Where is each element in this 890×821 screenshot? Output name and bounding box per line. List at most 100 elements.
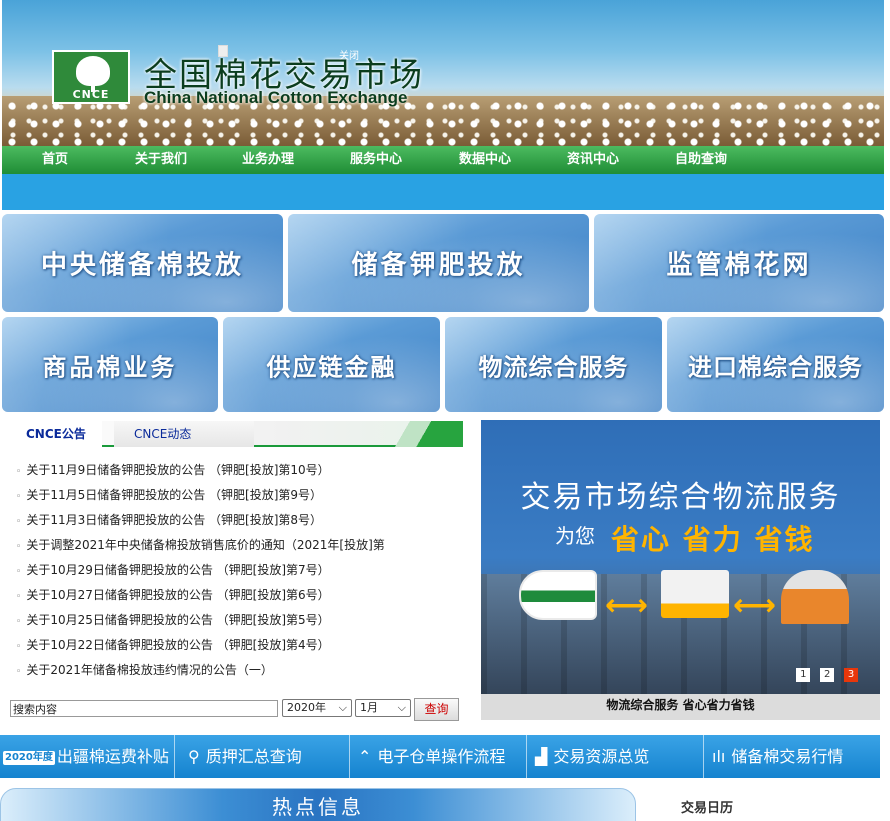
search-input[interactable] bbox=[10, 700, 278, 717]
tile-logistics-service[interactable]: 物流综合服务 bbox=[445, 317, 662, 412]
cnce-logo[interactable]: CNCE bbox=[52, 50, 130, 104]
bullet-icon: ◦ bbox=[16, 542, 22, 552]
list-item[interactable]: ◦ 关于10月25日储备钾肥投放的公告 （钾肥[投放]第5号） bbox=[16, 608, 466, 633]
year-badge: 2020年度 bbox=[3, 751, 55, 765]
tile-reserve-cotton-release[interactable]: 中央储备棉投放 bbox=[2, 214, 283, 312]
list-item[interactable]: ◦ 关于10月27日储备钾肥投放的公告 （钾肥[投放]第6号） bbox=[16, 583, 466, 608]
search-row: 2020年 ⌵ 1月 ⌵ 查询 bbox=[10, 698, 462, 722]
slide-caption[interactable]: 物流综合服务 省心省力省钱 bbox=[481, 694, 880, 720]
nav-item-service[interactable]: 服务中心 bbox=[350, 146, 402, 174]
quick-link-label: 出疆棉运费补贴 bbox=[56, 747, 169, 766]
nav-item-news[interactable]: 资讯中心 bbox=[567, 146, 619, 174]
quick-link-pledge-query[interactable]: ⚲ 质押汇总查询 bbox=[188, 735, 302, 778]
header-banner: CNCE 关闭 全国棉花交易市场 China National Cotton E… bbox=[2, 0, 884, 146]
announcement-list: ◦ 关于11月9日储备钾肥投放的公告 （钾肥[投放]第10号） ◦ 关于11月5日储… bbox=[16, 458, 466, 683]
tile-commodity-cotton[interactable]: 商品棉业务 bbox=[2, 317, 218, 412]
site-subtitle: China National Cotton Exchange bbox=[144, 88, 408, 107]
tile-label: 中央储备棉投放 bbox=[40, 250, 244, 281]
sub-nav-bar bbox=[2, 174, 884, 210]
quick-link-warehouse-receipt[interactable]: ⌃ 电子仓单操作流程 bbox=[358, 735, 505, 778]
announcement-link[interactable]: 关于10月25日储备钾肥投放的公告 （钾肥[投放]第5号） bbox=[26, 613, 329, 627]
tile-reserve-potash-release[interactable]: 储备钾肥投放 bbox=[288, 214, 589, 312]
quick-link-label: 交易资源总览 bbox=[553, 747, 650, 766]
main-nav: 首页 关于我们 业务办理 服务中心 数据中心 资讯中心 自助查询 bbox=[2, 146, 884, 174]
chevron-down-icon: ⌵ bbox=[338, 701, 347, 714]
cotton-field-image bbox=[2, 96, 884, 146]
tile-label: 物流综合服务 bbox=[478, 353, 629, 381]
warehouse-icon bbox=[781, 570, 849, 624]
list-item[interactable]: ◦ 关于10月22日储备钾肥投放的公告 （钾肥[投放]第4号） bbox=[16, 633, 466, 658]
chevron-down-icon: ⌵ bbox=[397, 701, 406, 714]
list-item[interactable]: ◦ 关于11月3日储备钾肥投放的公告 （钾肥[投放]第8号） bbox=[16, 508, 466, 533]
tab-cnce-news[interactable]: CNCE动态 bbox=[114, 421, 254, 447]
bullet-icon: ◦ bbox=[16, 642, 22, 652]
nav-item-business[interactable]: 业务办理 bbox=[242, 146, 294, 174]
logo-text: CNCE bbox=[72, 88, 110, 101]
month-select[interactable]: 1月 ⌵ bbox=[355, 699, 411, 717]
quick-link-reserve-market[interactable]: ılı 储备棉交易行情 bbox=[712, 735, 843, 778]
hot-info-title: 热点信息 bbox=[272, 795, 364, 819]
blocks-icon: ▟ bbox=[535, 747, 548, 766]
tile-label: 进口棉综合服务 bbox=[688, 353, 863, 381]
slide-headline: 交易市场综合物流服务 bbox=[520, 480, 841, 515]
double-arrow-icon: ⟷ bbox=[605, 588, 649, 623]
quick-link-label: 质押汇总查询 bbox=[205, 747, 302, 766]
announcement-link[interactable]: 关于调整2021年中央储备棉投放销售底价的通知（2021年[投放]第 bbox=[26, 538, 384, 552]
announcement-link[interactable]: 关于10月29日储备钾肥投放的公告 （钾肥[投放]第7号） bbox=[26, 563, 329, 577]
bullet-icon: ◦ bbox=[16, 617, 22, 627]
trade-calendar-title: 交易日历 bbox=[681, 801, 734, 816]
tile-imported-cotton-service[interactable]: 进口棉综合服务 bbox=[667, 317, 884, 412]
slide-for-you: 为您 bbox=[555, 524, 595, 548]
bullet-icon: ◦ bbox=[16, 567, 22, 577]
year-select[interactable]: 2020年 ⌵ bbox=[282, 699, 352, 717]
tile-label: 商品棉业务 bbox=[42, 353, 178, 381]
quick-links-bar: 2020年度 出疆棉运费补贴 ⚲ 质押汇总查询 ⌃ 电子仓单操作流程 ▟ 交易资源总览 … bbox=[0, 735, 880, 778]
announcement-tabs: CNCE公告 CNCE动态 bbox=[10, 421, 463, 447]
bullet-icon: ◦ bbox=[16, 467, 22, 477]
nav-item-home[interactable]: 首页 bbox=[42, 146, 68, 174]
tile-label: 储备钾肥投放 bbox=[351, 250, 526, 281]
search-icon: ⚲ bbox=[188, 747, 200, 766]
slide-page-1[interactable]: 1 bbox=[796, 668, 811, 682]
list-item[interactable]: ◦ 关于调整2021年中央储备棉投放销售底价的通知（2021年[投放]第 bbox=[16, 533, 466, 558]
quick-link-xinjiang-freight[interactable]: 2020年度 出疆棉运费补贴 bbox=[3, 735, 169, 778]
tab-cnce-announcement[interactable]: CNCE公告 bbox=[10, 421, 102, 447]
trend-icon: ⌃ bbox=[358, 747, 372, 766]
quick-link-label: 储备棉交易行情 bbox=[731, 747, 844, 766]
list-item[interactable]: ◦ 关于11月9日储备钾肥投放的公告 （钾肥[投放]第10号） bbox=[16, 458, 466, 483]
quick-link-trade-resources[interactable]: ▟ 交易资源总览 bbox=[535, 735, 649, 778]
year-select-value: 2020年 bbox=[287, 701, 326, 714]
slide-slogan: 省心 省力 省钱 bbox=[611, 523, 815, 556]
slide-page-2[interactable]: 2 bbox=[820, 668, 835, 682]
query-button[interactable]: 查询 bbox=[414, 698, 459, 721]
trade-calendar-header: 交易日历 bbox=[653, 793, 885, 821]
announcement-link[interactable]: 关于10月22日储备钾肥投放的公告 （钾肥[投放]第4号） bbox=[26, 638, 329, 652]
list-item[interactable]: ◦ 关于2021年储备棉投放违约情况的公告（一） bbox=[16, 658, 466, 683]
bullet-icon: ◦ bbox=[16, 517, 22, 527]
tile-supervised-cotton-net[interactable]: 监管棉花网 bbox=[594, 214, 884, 312]
hot-info-header: 热点信息 bbox=[0, 788, 636, 821]
nav-item-data[interactable]: 数据中心 bbox=[459, 146, 511, 174]
list-item[interactable]: ◦ 关于11月5日储备钾肥投放的公告 （钾肥[投放]第9号） bbox=[16, 483, 466, 508]
list-item[interactable]: ◦ 关于10月29日储备钾肥投放的公告 （钾肥[投放]第7号） bbox=[16, 558, 466, 583]
quick-link-label: 电子仓单操作流程 bbox=[377, 747, 506, 766]
bullet-icon: ◦ bbox=[16, 592, 22, 602]
announcement-link[interactable]: 关于11月9日储备钾肥投放的公告 （钾肥[投放]第10号） bbox=[26, 463, 329, 477]
double-arrow-icon: ⟷ bbox=[733, 588, 777, 623]
tile-supply-chain-finance[interactable]: 供应链金融 bbox=[223, 317, 440, 412]
announcement-link[interactable]: 关于10月27日储备钾肥投放的公告 （钾肥[投放]第6号） bbox=[26, 588, 329, 602]
announcement-link[interactable]: 关于2021年储备棉投放违约情况的公告（一） bbox=[26, 663, 273, 677]
truck-icon bbox=[661, 570, 729, 618]
logistics-slideshow[interactable]: 交易市场综合物流服务 为您 省心 省力 省钱 ⟷ ⟷ 1 2 3 bbox=[481, 420, 880, 694]
bullet-icon: ◦ bbox=[16, 492, 22, 502]
nav-item-about[interactable]: 关于我们 bbox=[135, 146, 187, 174]
train-icon bbox=[519, 570, 597, 620]
announcement-link[interactable]: 关于11月5日储备钾肥投放的公告 （钾肥[投放]第9号） bbox=[26, 488, 322, 502]
tile-label: 供应链金融 bbox=[266, 353, 397, 381]
bullet-icon: ◦ bbox=[16, 667, 22, 677]
announcement-link[interactable]: 关于11月3日储备钾肥投放的公告 （钾肥[投放]第8号） bbox=[26, 513, 322, 527]
nav-item-self-query[interactable]: 自助查询 bbox=[675, 146, 727, 174]
tile-label: 监管棉花网 bbox=[666, 250, 812, 281]
slide-pagination: 1 2 3 bbox=[790, 666, 858, 682]
slide-page-3[interactable]: 3 bbox=[844, 668, 858, 682]
